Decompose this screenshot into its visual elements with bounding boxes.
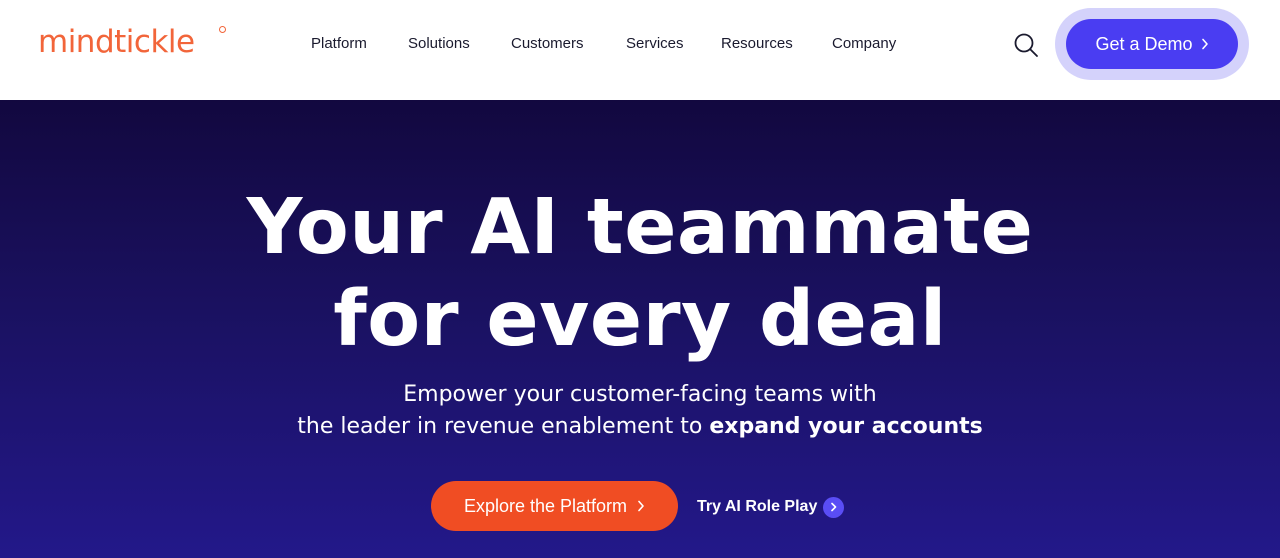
hero-subtitle: Empower your customer-facing teams with … (0, 379, 1280, 443)
hero-section: Your AI teammate for every deal Empower … (0, 100, 1280, 558)
nav-item-services[interactable]: Services (626, 35, 684, 52)
arrow-circle-icon (823, 496, 845, 518)
nav-item-company[interactable]: Company (832, 35, 896, 52)
explore-platform-label: Explore the Platform (463, 495, 628, 516)
get-demo-button[interactable]: Get a Demo (1066, 19, 1238, 69)
chevron-right-icon (1201, 38, 1208, 50)
get-demo-label: Get a Demo (1095, 33, 1193, 54)
hero-headline-line1: Your AI teammate (246, 183, 1034, 272)
try-ai-role-play-link[interactable]: Try AI Role Play (697, 496, 845, 518)
hero-headline-line2: for every deal (333, 275, 947, 364)
chevron-right-icon (638, 500, 644, 512)
nav-item-platform[interactable]: Platform (311, 35, 367, 52)
explore-platform-button[interactable]: Explore the Platform (431, 481, 678, 531)
site-header: mindtickle Platform Solutions Customers … (0, 0, 1280, 100)
nav-item-resources[interactable]: Resources (721, 35, 793, 52)
nav-item-solutions[interactable]: Solutions (408, 35, 470, 52)
try-ai-role-play-label: Try AI Role Play (697, 498, 818, 515)
search-button[interactable] (1012, 31, 1040, 59)
hero-subtitle-line2: the leader in revenue enablement to (297, 414, 703, 439)
search-icon (1014, 33, 1038, 57)
hero-subtitle-emphasis: expand your accounts (709, 414, 983, 439)
hero-subtitle-line1: Empower your customer-facing teams with (403, 382, 877, 407)
hero-headline: Your AI teammate for every deal (0, 182, 1280, 366)
brand-logo[interactable]: mindtickle (38, 24, 195, 60)
nav-item-customers[interactable]: Customers (511, 35, 584, 52)
registered-mark-icon (219, 26, 226, 33)
